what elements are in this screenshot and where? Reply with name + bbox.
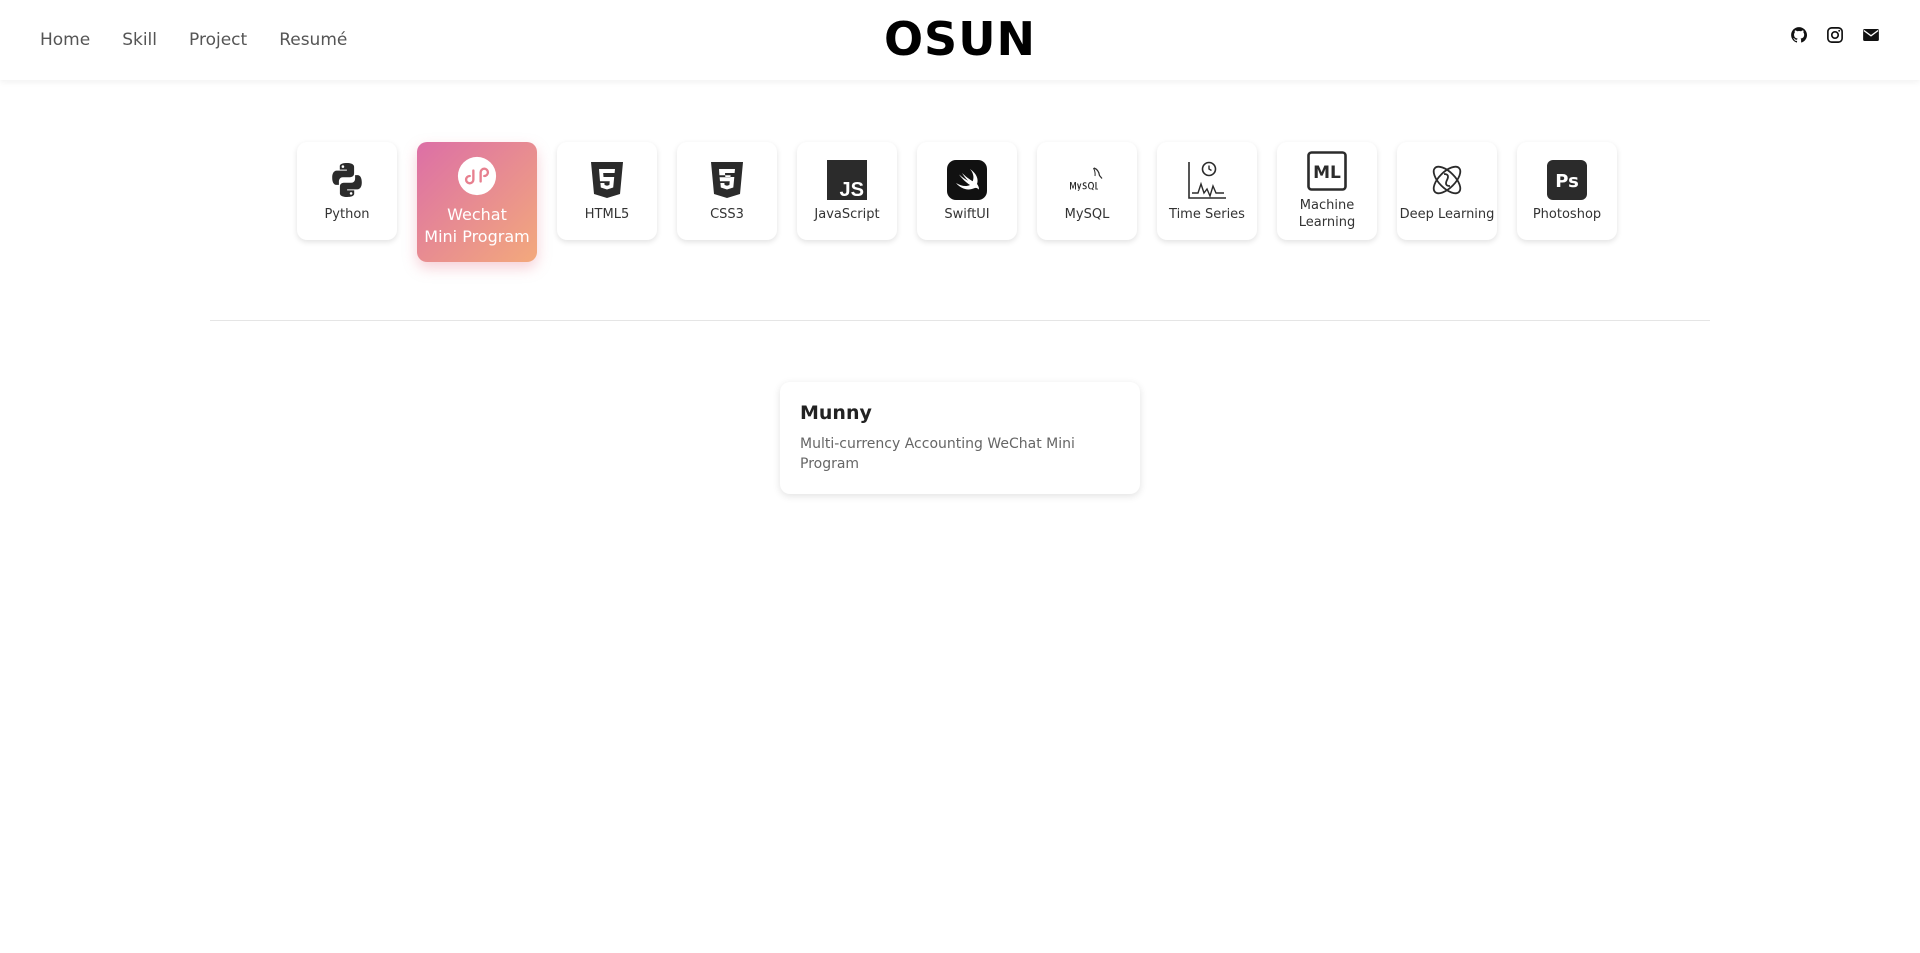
time-series-icon xyxy=(1187,160,1227,200)
skill-label: SwiftUI xyxy=(944,206,990,222)
skill-label: Machine Learning xyxy=(1298,198,1356,230)
javascript-icon: JS xyxy=(827,159,867,200)
site-header: Home Skill Project Resumé OSUN xyxy=(0,0,1920,80)
python-icon xyxy=(327,160,367,200)
section-divider xyxy=(210,320,1710,321)
project-card[interactable]: Munny Multi-currency Accounting WeChat M… xyxy=(780,382,1140,494)
skill-label: CSS3 xyxy=(710,206,744,222)
skill-label: Python xyxy=(324,206,370,222)
site-logo[interactable]: OSUN xyxy=(0,12,1920,66)
skill-label: Time Series xyxy=(1169,206,1245,222)
skill-card-wechat-mini-program[interactable]: Wechat Mini Program xyxy=(417,142,537,262)
skill-card-machine-learning[interactable]: ML Machine Learning xyxy=(1277,142,1377,240)
instagram-icon[interactable] xyxy=(1826,26,1844,44)
social-links xyxy=(1790,26,1880,44)
mysql-icon xyxy=(1067,160,1107,200)
skill-card-deep-learning[interactable]: Deep Learning xyxy=(1397,142,1497,240)
github-icon[interactable] xyxy=(1790,26,1808,44)
deep-learning-icon xyxy=(1427,160,1467,200)
skill-label: Photoshop xyxy=(1532,206,1602,222)
skill-card-python[interactable]: Python xyxy=(297,142,397,240)
machine-learning-icon: ML xyxy=(1307,151,1347,191)
mail-icon[interactable] xyxy=(1862,26,1880,44)
svg-text:JS: JS xyxy=(840,179,864,200)
html5-icon xyxy=(587,160,627,200)
skill-label: Wechat Mini Program xyxy=(424,205,530,246)
css3-icon xyxy=(707,160,747,200)
skill-card-css3[interactable]: CSS3 xyxy=(677,142,777,240)
photoshop-icon: Ps xyxy=(1547,159,1587,200)
skill-card-mysql[interactable]: MySQL xyxy=(1037,142,1137,240)
wechat-mini-program-icon xyxy=(457,156,497,196)
skill-card-photoshop[interactable]: Ps Photoshop xyxy=(1517,142,1617,240)
skill-label: Deep Learning xyxy=(1399,206,1495,222)
skill-label: HTML5 xyxy=(584,206,630,222)
project-description: Multi-currency Accounting WeChat Mini Pr… xyxy=(800,436,1075,472)
skill-card-javascript[interactable]: JS JavaScript xyxy=(797,142,897,240)
svg-text:ML: ML xyxy=(1313,163,1341,183)
svg-text:Ps: Ps xyxy=(1555,171,1579,192)
skill-card-html5[interactable]: HTML5 xyxy=(557,142,657,240)
project-title: Munny xyxy=(800,402,872,424)
swift-icon xyxy=(947,159,987,200)
skill-card-time-series[interactable]: Time Series xyxy=(1157,142,1257,240)
skill-label: MySQL xyxy=(1064,206,1110,222)
skill-list: Python Wechat Mini Program HTML5 CSS3 JS… xyxy=(297,142,1617,262)
skill-card-swiftui[interactable]: SwiftUI xyxy=(917,142,1017,240)
skill-label: JavaScript xyxy=(814,206,880,222)
